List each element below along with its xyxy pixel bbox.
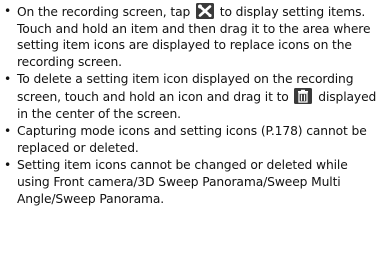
bullet-dot: • <box>4 124 12 139</box>
settings-tools-icon <box>195 3 214 19</box>
item-text-before-icon: On the recording screen, tap <box>17 5 194 19</box>
list-item: • Setting item icons cannot be changed o… <box>4 157 380 207</box>
item-text: Setting item icons cannot be changed or … <box>17 158 348 206</box>
list-item: • To delete a setting item icon displaye… <box>4 71 380 122</box>
bullet-dot: • <box>4 158 12 173</box>
trash-icon <box>294 87 313 104</box>
instruction-list: • On the recording screen, tap to displa… <box>4 3 380 208</box>
list-item: • Capturing mode icons and setting icons… <box>4 123 380 156</box>
list-item: • On the recording screen, tap to displa… <box>4 3 380 70</box>
bullet-dot: • <box>4 4 12 18</box>
bullet-dot: • <box>4 72 12 87</box>
item-text: Capturing mode icons and setting icons (… <box>17 124 367 155</box>
